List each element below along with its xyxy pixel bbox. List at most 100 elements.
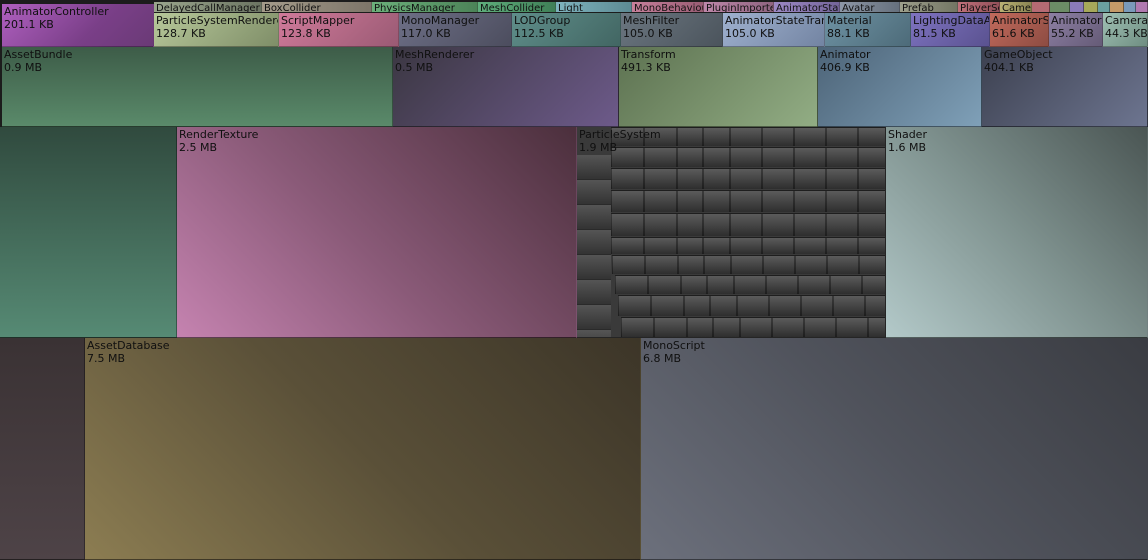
tile-camera[interactable]: Camera 44.3 KB	[1103, 13, 1148, 47]
particle-sub-cell[interactable]	[644, 213, 677, 237]
tiny-item-avatar[interactable]: Avatar	[840, 2, 900, 12]
tile-render-texture[interactable]: RenderTexture 2.5 MB	[177, 127, 577, 338]
particle-sub-cell[interactable]	[794, 213, 826, 237]
particle-sub-cell[interactable]	[648, 275, 681, 295]
particle-sub-cell[interactable]	[645, 255, 678, 275]
tiny-item-box-collider[interactable]: BoxCollider	[262, 2, 372, 12]
particle-sub-cell[interactable]	[737, 295, 769, 317]
tiny-item-prefab[interactable]: Prefab	[900, 2, 958, 12]
tile-game-object[interactable]: GameObject 404.1 KB	[982, 47, 1148, 127]
particle-sub-cell[interactable]	[772, 317, 804, 337]
particle-sub-cell[interactable]	[826, 213, 858, 237]
tiny-item-mono-behaviour[interactable]: MonoBehaviour	[632, 2, 704, 12]
particle-sub-cell[interactable]	[730, 213, 762, 237]
tiny-item-animator-state-machine[interactable]: AnimatorStateMachine	[774, 2, 840, 12]
particle-sub-cell[interactable]	[677, 168, 703, 190]
particle-sub-cell[interactable]	[830, 275, 862, 295]
particle-sub-cell[interactable]	[833, 295, 865, 317]
tile-asset-database[interactable]: AssetDatabase 7.5 MB	[85, 338, 641, 560]
particle-sub-cell[interactable]	[858, 190, 885, 213]
particle-sub-cell[interactable]	[859, 255, 885, 275]
tiny-item-mesh-collider[interactable]: MeshCollider	[478, 2, 556, 12]
tiny-item-light[interactable]: Light	[556, 2, 632, 12]
particle-sub-cell[interactable]	[858, 168, 885, 190]
particle-sub-cell[interactable]	[703, 213, 730, 237]
particle-sub-cell[interactable]	[611, 168, 644, 190]
particle-sub-cell[interactable]	[730, 168, 762, 190]
tiny-item-camera[interactable]: Camera	[1000, 2, 1032, 12]
particle-sub-cell[interactable]	[730, 237, 762, 255]
particle-sub-cell[interactable]	[703, 190, 730, 213]
particle-sub-cell[interactable]	[615, 275, 648, 295]
particle-sub-cell[interactable]	[713, 317, 740, 337]
particle-sub-cell[interactable]	[644, 190, 677, 213]
tiny-item-b[interactable]	[1050, 2, 1070, 12]
particle-sub-cell[interactable]	[766, 275, 798, 295]
particle-sub-cell[interactable]	[677, 237, 703, 255]
particle-sub-cell[interactable]	[618, 295, 651, 317]
tile-transform[interactable]: Transform 491.3 KB	[619, 47, 818, 127]
tiny-item-g[interactable]	[1124, 2, 1136, 12]
tile-mesh-filter[interactable]: MeshFilter 105.0 KB	[621, 13, 723, 47]
tiny-item-physics-manager[interactable]: PhysicsManager	[372, 2, 478, 12]
tile-material[interactable]: Material 88.1 KB	[825, 13, 911, 47]
particle-sub-cell[interactable]	[804, 317, 836, 337]
tile-lighting-data-asset[interactable]: LightingDataAsset 81.5 KB	[911, 13, 990, 47]
particle-sub-cell[interactable]	[858, 237, 885, 255]
particle-sub-cell[interactable]	[703, 237, 730, 255]
tile-animator-override-controller[interactable]: AnimatorOverrideController 55.2 KB	[1049, 13, 1103, 47]
particle-sub-cell[interactable]	[762, 237, 794, 255]
tiny-item-delayed-call-manager[interactable]: DelayedCallManager	[154, 2, 262, 12]
tile-script-mapper[interactable]: ScriptMapper 123.8 KB	[279, 13, 399, 47]
particle-sub-cell[interactable]	[684, 295, 710, 317]
particle-sub-cell[interactable]	[862, 275, 885, 295]
tile-asset-bundle[interactable]: AssetBundle 0.9 MB	[2, 47, 393, 127]
tiny-item-plugin-importer[interactable]: PluginImporter	[704, 2, 774, 12]
tile-animator-state[interactable]: AnimatorState 61.6 KB	[990, 13, 1049, 47]
particle-sub-cell[interactable]	[651, 295, 684, 317]
particle-sub-cell[interactable]	[611, 237, 644, 255]
particle-sub-cell[interactable]	[611, 190, 644, 213]
particle-sub-cell[interactable]	[678, 255, 704, 275]
particle-sub-cell[interactable]	[704, 255, 731, 275]
tile-particle-system[interactable]: ParticleSystem 1.9 MB	[577, 127, 886, 338]
particle-sub-cell[interactable]	[769, 295, 801, 317]
tiny-item-e[interactable]	[1098, 2, 1110, 12]
particle-sub-cell[interactable]	[763, 255, 795, 275]
particle-sub-cell[interactable]	[794, 237, 826, 255]
particle-sub-cell[interactable]	[868, 317, 885, 337]
particle-sub-cell[interactable]	[654, 317, 687, 337]
particle-sub-cell[interactable]	[681, 275, 707, 295]
tiny-item-a[interactable]	[1032, 2, 1050, 12]
particle-sub-cell[interactable]	[730, 190, 762, 213]
particle-sub-cell[interactable]	[677, 213, 703, 237]
particle-sub-cell[interactable]	[731, 255, 763, 275]
particle-sub-cell[interactable]	[801, 295, 833, 317]
tile-mesh-renderer[interactable]: MeshRenderer 0.5 MB	[393, 47, 619, 127]
tile-particle-system-renderer[interactable]: ParticleSystemRenderer 128.7 KB	[154, 13, 279, 47]
particle-sub-cell[interactable]	[858, 213, 885, 237]
tile-animator-state-transition[interactable]: AnimatorStateTransition 105.0 KB	[723, 13, 825, 47]
particle-sub-cell[interactable]	[762, 213, 794, 237]
particle-sub-cell[interactable]	[612, 255, 645, 275]
particle-sub-cell[interactable]	[826, 190, 858, 213]
tile-shader[interactable]: Shader 1.6 MB	[886, 127, 1148, 338]
particle-sub-cell[interactable]	[644, 237, 677, 255]
particle-sub-cell[interactable]	[710, 295, 737, 317]
tiny-item-player-settings[interactable]: PlayerSettings	[958, 2, 1000, 12]
particle-sub-cell[interactable]	[794, 190, 826, 213]
tile-asset-bundle-extension[interactable]	[0, 127, 177, 338]
tile-mono-manager[interactable]: MonoManager 117.0 KB	[399, 13, 512, 47]
particle-sub-cell[interactable]	[687, 317, 713, 337]
tile-lod-group[interactable]: LODGroup 112.5 KB	[512, 13, 621, 47]
particle-sub-cell[interactable]	[621, 317, 654, 337]
tile-mono-script[interactable]: MonoScript 6.8 MB	[641, 338, 1148, 560]
tiny-item-c[interactable]	[1070, 2, 1084, 12]
particle-sub-cell[interactable]	[677, 190, 703, 213]
particle-sub-cell[interactable]	[762, 168, 794, 190]
particle-sub-cell[interactable]	[827, 255, 859, 275]
particle-sub-cell[interactable]	[762, 190, 794, 213]
particle-sub-cell[interactable]	[644, 168, 677, 190]
particle-sub-cell[interactable]	[611, 213, 644, 237]
particle-sub-cell[interactable]	[794, 168, 826, 190]
